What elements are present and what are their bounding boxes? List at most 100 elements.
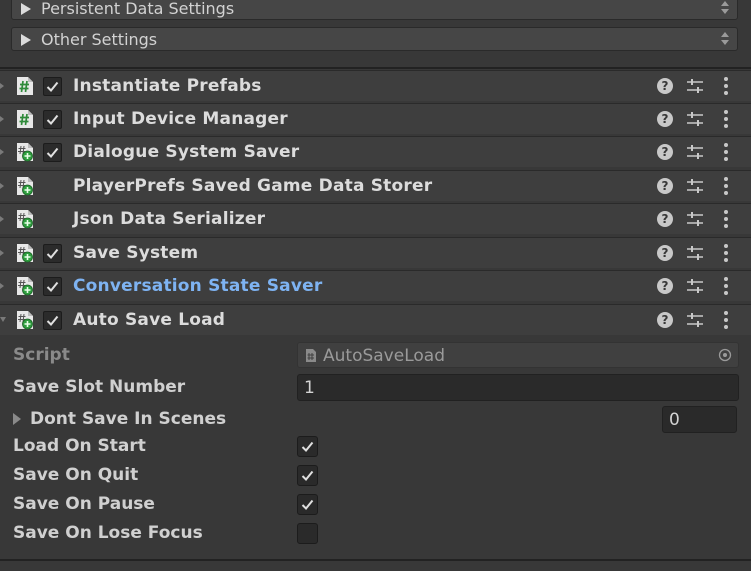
foldout-open-icon[interactable] (0, 317, 6, 322)
help-icon[interactable]: ? (657, 111, 673, 127)
presets-icon[interactable] (686, 278, 704, 295)
component-header[interactable]: Auto Save Load? (0, 304, 751, 335)
foldout-label: Persistent Data Settings (41, 0, 235, 18)
kebab-menu-icon[interactable] (724, 244, 728, 263)
presets-icon[interactable] (686, 312, 704, 329)
script-plus-icon (16, 142, 34, 162)
foldout-label: Other Settings (41, 30, 158, 49)
component-name: Save System (73, 243, 199, 263)
script-hash-icon (16, 109, 34, 129)
kebab-menu-icon[interactable] (724, 311, 728, 330)
script-plus-icon (16, 176, 34, 196)
component-enabled-checkbox[interactable] (43, 244, 62, 263)
updown-arrows-icon (721, 1, 730, 15)
script-plus-icon (16, 276, 34, 296)
component-header[interactable]: PlayerPrefs Saved Game Data Storer? (0, 170, 751, 201)
save-slot-number-label: Save Slot Number (13, 377, 186, 397)
script-file-icon (306, 349, 316, 362)
script-plus-icon (16, 310, 34, 330)
presets-icon[interactable] (686, 245, 704, 262)
foldout-closed-icon[interactable] (0, 250, 4, 256)
foldout-other-settings[interactable]: Other Settings (11, 27, 738, 51)
checkmark-icon (46, 114, 59, 125)
save-slot-number-value: 1 (304, 378, 315, 398)
divider (0, 67, 751, 69)
component-enabled-checkbox[interactable] (43, 311, 62, 330)
script-value: AutoSaveLoad (323, 346, 445, 366)
checkmark-icon (46, 248, 59, 259)
dont-save-in-scenes-label[interactable]: Dont Save In Scenes (30, 409, 226, 429)
component-header[interactable]: Input Device Manager? (0, 103, 751, 134)
presets-icon[interactable] (686, 144, 704, 161)
component-name: Dialogue System Saver (73, 142, 300, 162)
dont-save-in-scenes-size-input[interactable]: 0 (662, 406, 737, 433)
component-header[interactable]: Json Data Serializer? (0, 203, 751, 234)
help-icon[interactable]: ? (657, 312, 673, 328)
presets-icon[interactable] (686, 211, 704, 228)
script-plus-icon (16, 243, 34, 263)
checkmark-icon (46, 147, 59, 158)
updown-arrows-icon (721, 32, 730, 46)
component-name: Json Data Serializer (73, 209, 266, 229)
checkmark-icon (301, 499, 314, 510)
save-on-pause-label: Save On Pause (13, 494, 155, 514)
checkmark-icon (46, 315, 59, 326)
kebab-menu-icon[interactable] (724, 110, 728, 129)
presets-icon[interactable] (686, 178, 704, 195)
checkmark-icon (301, 470, 314, 481)
help-icon[interactable]: ? (657, 245, 673, 261)
foldout-arrow-icon (21, 3, 31, 15)
component-header[interactable]: Conversation State Saver? (0, 270, 751, 301)
component-name: Input Device Manager (73, 109, 288, 129)
foldout-persistent-data-settings[interactable]: Persistent Data Settings (11, 0, 738, 20)
checkmark-icon (46, 281, 59, 292)
component-name: Instantiate Prefabs (73, 76, 262, 96)
save-on-quit-checkbox[interactable] (297, 465, 318, 486)
help-icon[interactable]: ? (657, 278, 673, 294)
component-enabled-checkbox[interactable] (43, 277, 62, 296)
kebab-menu-icon[interactable] (724, 77, 728, 96)
script-plus-icon (16, 209, 34, 229)
presets-icon[interactable] (686, 78, 704, 95)
foldout-closed-icon[interactable] (0, 149, 4, 155)
script-field[interactable]: AutoSaveLoad (297, 342, 739, 368)
foldout-arrow-icon[interactable] (13, 413, 21, 425)
component-enabled-checkbox[interactable] (43, 110, 62, 129)
save-on-pause-checkbox[interactable] (297, 494, 318, 515)
component-enabled-checkbox[interactable] (43, 143, 62, 162)
foldout-closed-icon[interactable] (0, 183, 4, 189)
foldout-closed-icon[interactable] (0, 83, 4, 89)
kebab-menu-icon[interactable] (724, 210, 728, 229)
object-picker-icon[interactable] (718, 348, 732, 362)
divider (0, 559, 751, 561)
foldout-closed-icon[interactable] (0, 116, 4, 122)
component-enabled-checkbox[interactable] (43, 77, 62, 96)
foldout-closed-icon[interactable] (0, 283, 4, 289)
load-on-start-label: Load On Start (13, 436, 146, 456)
component-name: Auto Save Load (73, 310, 226, 330)
foldout-arrow-icon (21, 34, 31, 46)
array-size-value: 0 (669, 410, 680, 430)
save-on-quit-label: Save On Quit (13, 465, 139, 485)
kebab-menu-icon[interactable] (724, 277, 728, 296)
component-header[interactable]: Instantiate Prefabs? (0, 70, 751, 101)
help-icon[interactable]: ? (657, 144, 673, 160)
save-on-lose-focus-label: Save On Lose Focus (13, 523, 203, 543)
component-name: PlayerPrefs Saved Game Data Storer (73, 176, 433, 196)
save-on-lose-focus-checkbox[interactable] (297, 523, 318, 544)
kebab-menu-icon[interactable] (724, 143, 728, 162)
help-icon[interactable]: ? (657, 211, 673, 227)
component-header[interactable]: Dialogue System Saver? (0, 136, 751, 167)
help-icon[interactable]: ? (657, 178, 673, 194)
load-on-start-checkbox[interactable] (297, 436, 318, 457)
script-label: Script (13, 345, 70, 365)
script-hash-icon (16, 76, 34, 96)
save-slot-number-input[interactable]: 1 (297, 374, 739, 401)
kebab-menu-icon[interactable] (724, 177, 728, 196)
foldout-closed-icon[interactable] (0, 216, 4, 222)
component-header[interactable]: Save System? (0, 237, 751, 268)
help-icon[interactable]: ? (657, 78, 673, 94)
presets-icon[interactable] (686, 111, 704, 128)
component-name: Conversation State Saver (73, 276, 323, 296)
checkmark-icon (301, 441, 314, 452)
